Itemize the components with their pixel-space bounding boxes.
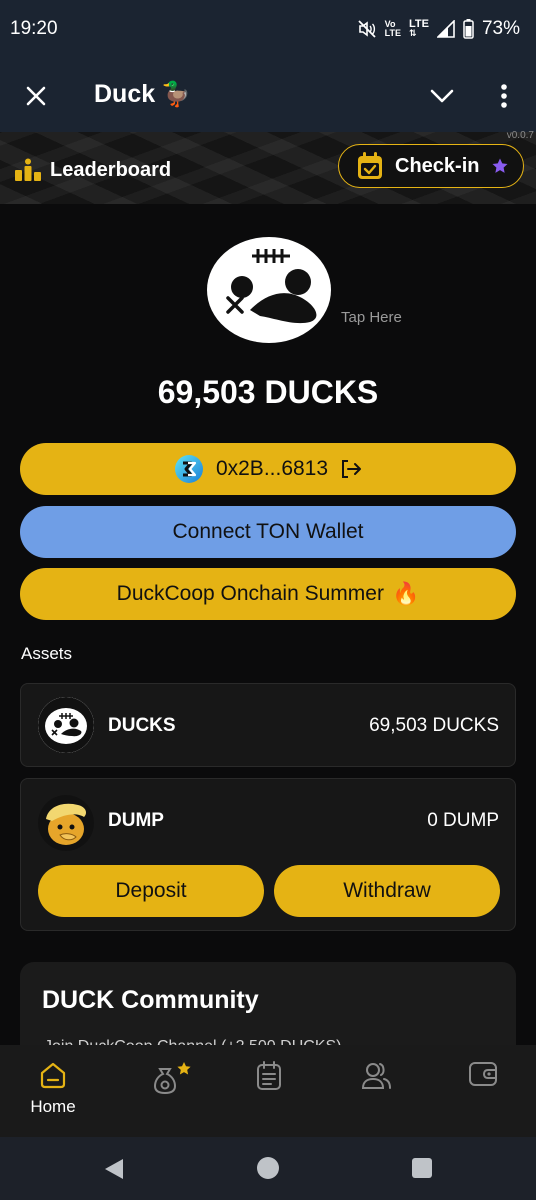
tasks-icon: [257, 1061, 281, 1090]
assets-heading: Assets: [21, 644, 73, 663]
wallet-address-text: 0x2B...6813: [215, 457, 329, 480]
asset-card-ducks: DUCKS 69,503 DUCKS: [20, 683, 516, 767]
leaderboard-link[interactable]: Leaderboard: [14, 158, 171, 182]
bottom-navigation: Home: [0, 1045, 536, 1137]
nav-friends[interactable]: [336, 1045, 416, 1137]
fire-icon: 🔥: [391, 581, 420, 606]
recent-apps-icon[interactable]: [412, 1158, 432, 1178]
wallet-address-button[interactable]: 0x2B...6813: [20, 443, 516, 495]
more-options-button[interactable]: [488, 78, 520, 114]
withdraw-button[interactable]: Withdraw: [274, 865, 500, 917]
version-label: v0.0.7: [506, 130, 534, 141]
duck-face-icon: [207, 237, 331, 343]
nav-tasks[interactable]: [229, 1045, 309, 1137]
connect-ton-label: Connect TON Wallet: [172, 520, 364, 543]
status-icons: Vo LTE LTE ⇅ 73%: [357, 16, 520, 42]
logout-icon: [342, 460, 362, 478]
ducks-balance: 69,503 DUCKS: [157, 374, 379, 410]
wallet-icon: [469, 1062, 497, 1086]
collapse-button[interactable]: [424, 78, 460, 114]
close-button[interactable]: [18, 78, 54, 114]
mute-icon: [358, 20, 376, 38]
money-bag-icon: [153, 1062, 191, 1095]
community-title: DUCK Community: [42, 986, 259, 1014]
home-circle-icon[interactable]: [257, 1157, 279, 1179]
app-title: Duck 🦆: [94, 80, 191, 109]
friends-icon: [361, 1063, 391, 1089]
check-in-label: Check-in: [395, 154, 480, 177]
duck-emoji-icon: 🦆: [161, 81, 192, 108]
tap-here-hint: Tap Here: [341, 309, 402, 326]
podium-icon: [15, 158, 41, 181]
leaderboard-label: Leaderboard: [50, 158, 172, 181]
dump-asset-amount: 0 DUMP: [427, 810, 499, 831]
nav-earn[interactable]: [130, 1045, 210, 1137]
chevron-down-icon: [430, 89, 454, 103]
volte-indicator: Vo LTE: [384, 19, 401, 38]
onchain-summer-button[interactable]: DuckCoop Onchain Summer 🔥: [20, 568, 516, 620]
duck-avatar-tap-target[interactable]: [206, 232, 332, 344]
ducks-asset-name: DUCKS: [108, 715, 176, 736]
lte-indicator: LTE ⇅: [409, 18, 429, 38]
nav-home-label: Home: [30, 1097, 76, 1116]
dump-token-icon: [38, 795, 94, 851]
star-icon: [492, 158, 508, 173]
nav-wallet[interactable]: [443, 1045, 523, 1137]
ducks-token-icon: [38, 697, 94, 753]
status-bar: 19:20 Vo LTE LTE ⇅ 73%: [0, 0, 536, 58]
bitget-wallet-icon: [174, 455, 203, 483]
home-icon: [40, 1062, 66, 1089]
deposit-button[interactable]: Deposit: [38, 865, 264, 917]
battery-percent: 73%: [481, 18, 520, 39]
connect-ton-wallet-button[interactable]: Connect TON Wallet: [20, 506, 516, 558]
signal-icon: [436, 20, 455, 38]
system-navigation-bar: [0, 1137, 536, 1200]
dump-asset-name: DUMP: [108, 810, 164, 831]
status-time: 19:20: [10, 18, 58, 39]
nav-home[interactable]: Home: [13, 1045, 93, 1137]
more-vertical-icon: [501, 84, 507, 108]
ducks-asset-amount: 69,503 DUCKS: [369, 715, 499, 736]
onchain-summer-label: DuckCoop Onchain Summer: [116, 582, 384, 605]
check-in-button[interactable]: Check-in: [338, 144, 524, 188]
back-icon[interactable]: [103, 1157, 125, 1181]
battery-icon: [463, 19, 474, 39]
close-icon: [26, 86, 46, 106]
app-title-text: Duck: [94, 80, 156, 108]
asset-card-dump: DUMP 0 DUMP Deposit Withdraw: [20, 778, 516, 931]
app-bar: Duck 🦆: [0, 58, 536, 132]
calendar-check-icon: [358, 152, 382, 179]
